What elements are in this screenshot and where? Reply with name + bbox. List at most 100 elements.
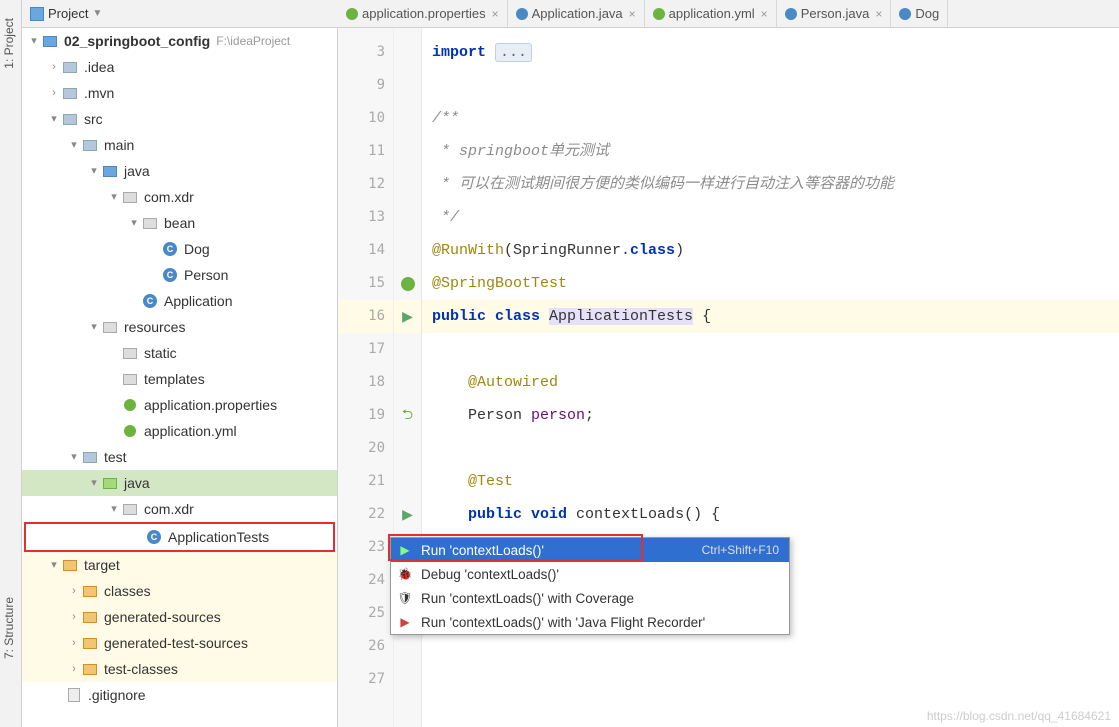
- tree-gentestsrc[interactable]: ›generated-test-sources: [22, 630, 337, 656]
- toolwindow-title-text: Project: [48, 6, 88, 21]
- module-icon: [43, 36, 57, 47]
- chevron-right-icon[interactable]: ›: [66, 656, 82, 682]
- tree-app-yml[interactable]: application.yml: [22, 418, 337, 444]
- excluded-folder-icon: [63, 560, 77, 571]
- close-icon[interactable]: ×: [761, 7, 768, 21]
- project-tool-tab[interactable]: 1: Project: [0, 10, 18, 77]
- chevron-right-icon[interactable]: ›: [66, 578, 82, 604]
- tab-dog-java[interactable]: Dog: [891, 0, 948, 27]
- chevron-right-icon[interactable]: ›: [46, 54, 62, 80]
- tree-java-test[interactable]: ▾java: [22, 470, 337, 496]
- tab-application-properties[interactable]: application.properties ×: [338, 0, 508, 27]
- shortcut: Ctrl+Shift+F10: [702, 543, 779, 557]
- java-icon: [516, 8, 528, 20]
- tree-bean[interactable]: ▾bean: [22, 210, 337, 236]
- tree-label: 02_springboot_config: [62, 28, 212, 54]
- run-gutter-icon[interactable]: ▶: [402, 308, 413, 325]
- project-tree-panel: ▾ 02_springboot_config F:\ideaProject ›.…: [22, 28, 338, 727]
- tree-application[interactable]: CApplication: [22, 288, 337, 314]
- tree-classes[interactable]: ›classes: [22, 578, 337, 604]
- chevron-down-icon[interactable]: ▾: [46, 106, 62, 132]
- folder-icon: [83, 586, 97, 597]
- spring-icon: [346, 8, 358, 20]
- tab-label: application.properties: [362, 6, 486, 21]
- tree-pkg-main[interactable]: ▾com.xdr: [22, 184, 337, 210]
- tree-resources[interactable]: ▾resources: [22, 314, 337, 340]
- folder-icon: [83, 452, 97, 463]
- chevron-down-icon[interactable]: ▾: [86, 470, 102, 496]
- chevron-down-icon[interactable]: ▾: [106, 184, 122, 210]
- folder-icon: [63, 114, 77, 125]
- toolwindow-title[interactable]: Project ▼: [22, 6, 110, 21]
- tab-application-yml[interactable]: application.yml ×: [645, 0, 777, 27]
- chevron-down-icon[interactable]: ▾: [66, 132, 82, 158]
- chevron-down-icon[interactable]: ▾: [106, 496, 122, 522]
- tree-templates[interactable]: templates: [22, 366, 337, 392]
- fold-ellipsis[interactable]: ...: [495, 43, 532, 62]
- folder-icon: [83, 140, 97, 151]
- close-icon[interactable]: ×: [492, 7, 499, 21]
- line-number-gutter: 3 9 10 11 12 13 14 15 16 17 18 19 20 21 …: [338, 28, 394, 727]
- menu-run[interactable]: ▶ Run 'contextLoads()' Ctrl+Shift+F10: [391, 538, 789, 562]
- tree-gensrc[interactable]: ›generated-sources: [22, 604, 337, 630]
- chevron-right-icon[interactable]: ›: [66, 604, 82, 630]
- tree-test[interactable]: ▾test: [22, 444, 337, 470]
- tree-applicationtests[interactable]: CApplicationTests: [24, 522, 335, 552]
- tab-label: Dog: [915, 6, 939, 21]
- class-icon: C: [143, 294, 157, 308]
- tab-application-java[interactable]: Application.java ×: [508, 0, 645, 27]
- menu-jfr[interactable]: ▶ Run 'contextLoads()' with 'Java Flight…: [391, 610, 789, 634]
- tree-main[interactable]: ▾main: [22, 132, 337, 158]
- tree-app-props[interactable]: application.properties: [22, 392, 337, 418]
- chevron-down-icon[interactable]: ▾: [66, 444, 82, 470]
- chevron-right-icon[interactable]: ›: [66, 630, 82, 656]
- tree-src[interactable]: ▾src: [22, 106, 337, 132]
- file-icon: [68, 688, 80, 702]
- chevron-right-icon[interactable]: ›: [46, 80, 62, 106]
- tree-static[interactable]: static: [22, 340, 337, 366]
- project-icon: [30, 7, 44, 21]
- tree-dog[interactable]: CDog: [22, 236, 337, 262]
- close-icon[interactable]: ×: [629, 7, 636, 21]
- close-icon[interactable]: ×: [875, 7, 882, 21]
- java-icon: [899, 8, 911, 20]
- menu-coverage[interactable]: 🛡 Run 'contextLoads()' with Coverage: [391, 586, 789, 610]
- run-icon: ▶: [397, 542, 413, 558]
- tree-target[interactable]: ▾target: [22, 552, 337, 578]
- context-menu: ▶ Run 'contextLoads()' Ctrl+Shift+F10 🐞 …: [390, 537, 790, 635]
- tree-testclasses[interactable]: ›test-classes: [22, 656, 337, 682]
- tree-pkg-test[interactable]: ▾com.xdr: [22, 496, 337, 522]
- spring-gutter-icon[interactable]: [401, 277, 415, 291]
- resources-folder-icon: [103, 322, 117, 333]
- tree-path: F:\ideaProject: [216, 28, 290, 54]
- project-tree[interactable]: ▾ 02_springboot_config F:\ideaProject ›.…: [22, 28, 337, 708]
- test-folder-icon: [103, 478, 117, 489]
- chevron-down-icon[interactable]: ▾: [46, 552, 62, 578]
- chevron-down-icon[interactable]: ▾: [86, 314, 102, 340]
- folder-icon: [123, 348, 137, 359]
- folder-icon: [123, 374, 137, 385]
- structure-tool-tab[interactable]: 7: Structure: [0, 589, 18, 667]
- source-folder-icon: [103, 166, 117, 177]
- folder-icon: [83, 638, 97, 649]
- folder-icon: [83, 664, 97, 675]
- folder-icon: [83, 612, 97, 623]
- jfr-icon: ▶: [397, 614, 413, 630]
- autowired-gutter-icon[interactable]: ⮌: [402, 404, 413, 428]
- run-gutter-icon[interactable]: ▶: [402, 506, 413, 523]
- coverage-icon: 🛡: [397, 590, 413, 606]
- tab-person-java[interactable]: Person.java ×: [777, 0, 892, 27]
- menu-debug[interactable]: 🐞 Debug 'contextLoads()': [391, 562, 789, 586]
- chevron-down-icon[interactable]: ▾: [86, 158, 102, 184]
- tree-gitignore[interactable]: .gitignore: [22, 682, 337, 708]
- tree-java-main[interactable]: ▾java: [22, 158, 337, 184]
- chevron-down-icon[interactable]: ▾: [26, 28, 42, 54]
- tree-person[interactable]: CPerson: [22, 262, 337, 288]
- chevron-down-icon[interactable]: ▾: [126, 210, 142, 236]
- folder-icon: [63, 88, 77, 99]
- tree-mvn[interactable]: ›.mvn: [22, 80, 337, 106]
- tree-idea[interactable]: ›.idea: [22, 54, 337, 80]
- editor-tabs: application.properties × Application.jav…: [338, 0, 1119, 28]
- tree-root[interactable]: ▾ 02_springboot_config F:\ideaProject: [22, 28, 337, 54]
- package-icon: [123, 504, 137, 515]
